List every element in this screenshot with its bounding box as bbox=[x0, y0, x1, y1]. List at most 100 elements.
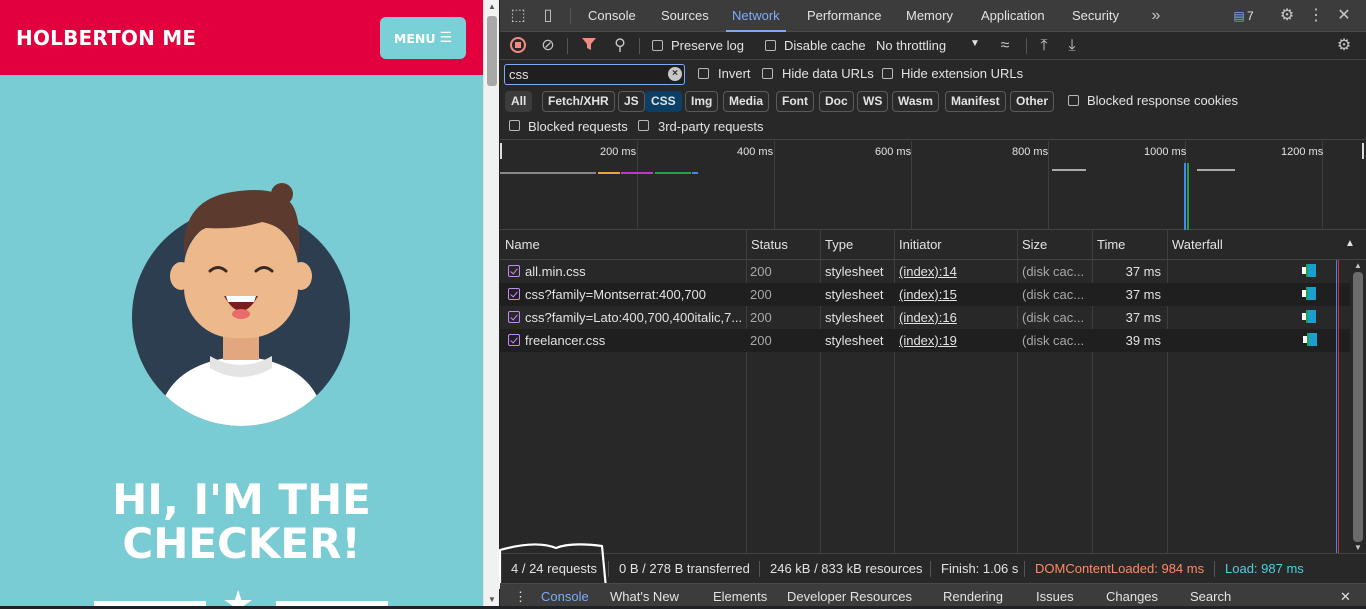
stylesheet-icon bbox=[508, 288, 520, 300]
network-summary-bar: 4 / 24 requests 0 B / 278 B transferred … bbox=[498, 543, 1366, 590]
preserve-log-checkbox[interactable] bbox=[652, 40, 663, 51]
drawer-menu-icon[interactable]: ⋮ bbox=[514, 584, 527, 607]
waterfall-bar bbox=[1308, 310, 1316, 323]
tab-console[interactable]: Console bbox=[588, 0, 636, 32]
site-brand[interactable]: HOLBERTON ME bbox=[16, 26, 196, 50]
blocked-requests-checkbox[interactable] bbox=[509, 120, 520, 131]
chevrons-right-icon[interactable]: » bbox=[1146, 6, 1166, 26]
search-icon[interactable]: ⚲ bbox=[610, 36, 630, 56]
column-type[interactable]: Type bbox=[820, 230, 853, 260]
throttling-select[interactable]: No throttling bbox=[876, 38, 946, 53]
table-row[interactable]: freelancer.css 200 stylesheet (index):19… bbox=[500, 329, 1350, 352]
drawer-tab-changes[interactable]: Changes bbox=[1106, 584, 1158, 607]
page-scroll-thumb[interactable] bbox=[487, 16, 497, 86]
type-filter-doc[interactable]: Doc bbox=[819, 91, 854, 112]
request-type: stylesheet bbox=[825, 333, 884, 348]
column-time[interactable]: Time bbox=[1092, 230, 1125, 260]
type-filter-img[interactable]: Img bbox=[685, 91, 719, 112]
disable-cache-checkbox[interactable] bbox=[765, 40, 776, 51]
overview-handle-left[interactable] bbox=[500, 143, 502, 159]
request-initiator[interactable]: (index):14 bbox=[899, 260, 957, 283]
type-filter-font[interactable]: Font bbox=[776, 91, 814, 112]
type-filter-ws[interactable]: WS bbox=[857, 91, 889, 112]
drawer-tab-developer-resources[interactable]: Developer Resources bbox=[787, 584, 912, 607]
drawer-tab-console[interactable]: Console bbox=[541, 584, 589, 607]
tab-network[interactable]: Network bbox=[726, 0, 786, 32]
finish-time: Finish: 1.06 s bbox=[941, 561, 1019, 576]
export-har-icon[interactable]: ⤓ bbox=[1062, 36, 1082, 56]
column-name[interactable]: Name bbox=[500, 230, 540, 260]
column-status[interactable]: Status bbox=[746, 230, 788, 260]
request-name[interactable]: all.min.css bbox=[525, 260, 743, 283]
network-overview[interactable]: 200 ms 400 ms 600 ms 800 ms 1000 ms 1200… bbox=[500, 141, 1366, 230]
table-row[interactable]: all.min.css 200 stylesheet (index):14 (d… bbox=[500, 260, 1350, 283]
type-filter-media[interactable]: Media bbox=[723, 91, 770, 112]
chevron-down-icon[interactable]: ▼ bbox=[970, 38, 980, 49]
column-initiator[interactable]: Initiator bbox=[894, 230, 942, 260]
tab-memory[interactable]: Memory bbox=[906, 0, 953, 32]
sort-ascending-icon[interactable]: ▲ bbox=[1345, 238, 1355, 249]
clear-icon[interactable]: ⊘ bbox=[538, 36, 558, 56]
hide-data-urls-checkbox[interactable] bbox=[762, 68, 773, 79]
filter-input[interactable]: css bbox=[504, 64, 685, 85]
settings-gear-icon[interactable]: ⚙ bbox=[1277, 6, 1297, 26]
network-settings-gear-icon[interactable]: ⚙ bbox=[1334, 36, 1354, 56]
tab-performance[interactable]: Performance bbox=[807, 0, 881, 32]
scroll-down-icon[interactable]: ▼ bbox=[488, 595, 496, 604]
drawer-tab-search[interactable]: Search bbox=[1190, 584, 1231, 607]
page-scrollbar[interactable]: ▲ ▼ bbox=[483, 0, 499, 606]
issues-icon[interactable]: ▤ bbox=[1229, 6, 1249, 26]
inspect-element-icon[interactable]: ⬚ bbox=[508, 6, 528, 26]
overview-handle-right[interactable] bbox=[1362, 143, 1364, 159]
drawer-tab-whats-new[interactable]: What's New bbox=[610, 584, 679, 607]
tab-application[interactable]: Application bbox=[981, 0, 1045, 32]
disable-cache-label: Disable cache bbox=[784, 38, 866, 53]
table-scroll-thumb[interactable] bbox=[1353, 272, 1363, 542]
issues-count[interactable]: 7 bbox=[1247, 0, 1254, 32]
column-waterfall[interactable]: Waterfall bbox=[1167, 230, 1223, 260]
drawer-close-icon[interactable]: ✕ bbox=[1340, 584, 1351, 607]
scroll-down-icon[interactable]: ▼ bbox=[1354, 543, 1362, 552]
type-filter-fetch-xhr[interactable]: Fetch/XHR bbox=[542, 91, 615, 112]
request-name[interactable]: css?family=Lato:400,700,400italic,7... bbox=[525, 306, 743, 329]
type-filter-css[interactable]: CSS bbox=[645, 91, 682, 112]
request-name[interactable]: css?family=Montserrat:400,700 bbox=[525, 283, 743, 306]
menu-button[interactable]: MENU ☰ bbox=[380, 17, 466, 59]
record-stop-icon[interactable] bbox=[508, 36, 528, 56]
requests-table-header: Name Status Type Initiator Size Time Wat… bbox=[500, 230, 1366, 260]
waterfall-bar bbox=[1309, 333, 1317, 346]
type-filter-js[interactable]: JS bbox=[618, 91, 645, 112]
type-filter-all[interactable]: All bbox=[505, 91, 533, 112]
hide-extension-urls-checkbox[interactable] bbox=[882, 68, 893, 79]
blocked-response-cookies-checkbox[interactable] bbox=[1068, 95, 1079, 106]
close-icon[interactable]: ✕ bbox=[1334, 6, 1354, 26]
table-scrollbar[interactable]: ▲ ▼ bbox=[1350, 260, 1366, 553]
devtools-drawer-tabbar: ⋮ Console What's New Elements Developer … bbox=[500, 583, 1366, 606]
type-filter-other[interactable]: Other bbox=[1010, 91, 1055, 112]
request-initiator[interactable]: (index):16 bbox=[899, 306, 957, 329]
device-toolbar-icon[interactable]: ▯ bbox=[538, 6, 558, 26]
request-initiator[interactable]: (index):19 bbox=[899, 329, 957, 352]
filter-icon[interactable] bbox=[579, 36, 599, 56]
drawer-tab-issues[interactable]: Issues bbox=[1036, 584, 1074, 607]
scroll-up-icon[interactable]: ▲ bbox=[488, 2, 496, 11]
drawer-tab-elements[interactable]: Elements bbox=[713, 584, 767, 607]
scroll-up-icon[interactable]: ▲ bbox=[1354, 261, 1362, 270]
tab-security[interactable]: Security bbox=[1072, 0, 1119, 32]
more-options-icon[interactable]: ⋮ bbox=[1306, 6, 1326, 26]
network-conditions-icon[interactable]: ≈ bbox=[995, 36, 1015, 56]
invert-checkbox[interactable] bbox=[698, 68, 709, 79]
request-initiator[interactable]: (index):15 bbox=[899, 283, 957, 306]
third-party-requests-checkbox[interactable] bbox=[638, 120, 649, 131]
type-filter-wasm[interactable]: Wasm bbox=[892, 91, 939, 112]
column-size[interactable]: Size bbox=[1017, 230, 1047, 260]
drawer-tab-rendering[interactable]: Rendering bbox=[943, 584, 1003, 607]
import-har-icon[interactable]: ⤒ bbox=[1034, 36, 1054, 56]
request-time: 37 ms bbox=[1125, 310, 1161, 325]
table-row[interactable]: css?family=Lato:400,700,400italic,7... 2… bbox=[500, 306, 1350, 329]
type-filter-manifest[interactable]: Manifest bbox=[945, 91, 1006, 112]
tab-sources[interactable]: Sources bbox=[661, 0, 709, 32]
clear-filter-icon[interactable]: × bbox=[668, 67, 682, 81]
request-name[interactable]: freelancer.css bbox=[525, 329, 743, 352]
table-row[interactable]: css?family=Montserrat:400,700 200 styles… bbox=[500, 283, 1350, 306]
